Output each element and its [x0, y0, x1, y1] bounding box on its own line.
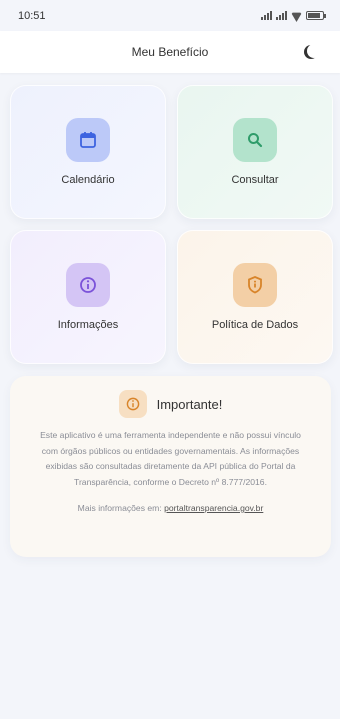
status-icons [261, 11, 326, 20]
info-icon [66, 263, 110, 307]
info-label: Informações [57, 319, 119, 331]
notice-title: Importante! [156, 396, 223, 412]
calendar-icon [66, 118, 110, 162]
battery-icon [306, 11, 326, 20]
more-info: Mais informações em: portaltransparencia… [32, 503, 309, 513]
menu-grid: Calendário Consultar Informações Polític… [0, 73, 340, 364]
moon-icon[interactable] [307, 44, 321, 58]
portal-link[interactable]: portaltransparencia.gov.br [164, 503, 263, 513]
info-card[interactable]: Informações [10, 230, 166, 364]
status-bar: 10:51 [0, 0, 340, 31]
status-time: 10:51 [18, 9, 46, 22]
calendar-card[interactable]: Calendário [10, 85, 166, 219]
signal-icon [261, 11, 272, 20]
data-policy-card[interactable]: Política de Dados [177, 230, 333, 364]
page-title: Meu Benefício [131, 45, 209, 59]
info-icon [118, 390, 147, 418]
more-info-label: Mais informações em: [77, 503, 162, 513]
data-policy-label: Política de Dados [211, 319, 299, 331]
search-card[interactable]: Consultar [177, 85, 333, 219]
app-bar: Meu Benefício [0, 31, 340, 73]
notice-header: Importante! [32, 390, 309, 418]
shield-icon [233, 263, 277, 307]
search-icon [233, 118, 277, 162]
signal-icon-2 [276, 11, 287, 20]
notice-card: Importante! Este aplicativo é uma ferram… [10, 376, 331, 557]
notice-body: Este aplicativo é uma ferramenta indepen… [40, 430, 301, 487]
wifi-icon [291, 11, 302, 20]
calendar-label: Calendário [61, 174, 115, 186]
search-label: Consultar [231, 174, 279, 186]
